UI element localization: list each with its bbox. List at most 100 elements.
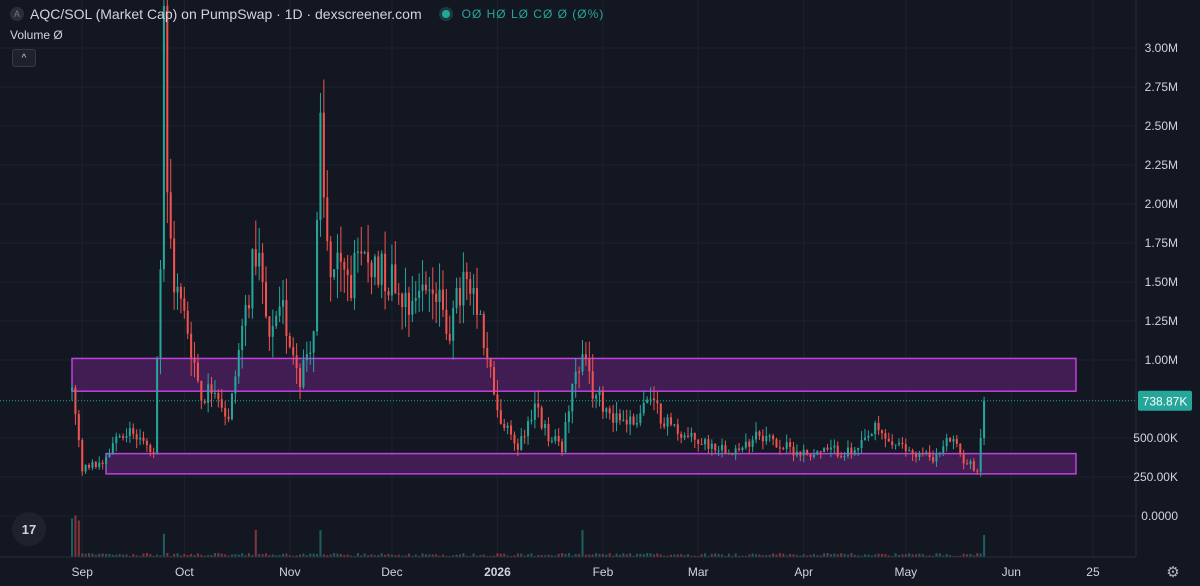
candle-body: [836, 445, 839, 457]
y-tick-label: 2.00M: [1145, 197, 1178, 211]
candle-body: [683, 435, 686, 438]
candle-body: [925, 452, 928, 454]
candle-body: [649, 398, 652, 400]
candle-body: [942, 446, 945, 453]
x-tick-label: Jun: [1002, 565, 1021, 579]
candlestick-chart[interactable]: 3.50M3.00M2.75M2.50M2.25M2.00M1.75M1.50M…: [0, 0, 1200, 586]
time-axis-background: [0, 557, 1136, 586]
candle-body: [983, 400, 986, 439]
volume-bar: [561, 553, 564, 557]
candle-body: [962, 454, 965, 464]
candle-body: [258, 252, 261, 267]
candle-body: [149, 445, 152, 453]
volume-bar: [101, 553, 104, 557]
volume-bar: [176, 553, 179, 557]
candle-body: [353, 252, 356, 299]
candle-body: [390, 264, 393, 296]
candle-body: [139, 437, 142, 440]
candle-body: [904, 444, 907, 451]
candle-body: [530, 419, 533, 422]
candle-body: [758, 431, 761, 436]
candle-body: [887, 438, 890, 442]
candle-body: [676, 424, 679, 434]
candle-body: [727, 452, 730, 454]
candle-body: [489, 357, 492, 367]
candle-body: [608, 408, 611, 414]
candle-body: [241, 325, 244, 350]
candle-body: [700, 443, 703, 445]
candle-body: [193, 357, 196, 363]
candle-body: [458, 287, 462, 306]
volume-bar: [70, 518, 74, 557]
candle-body: [506, 425, 509, 428]
candle-body: [407, 292, 410, 315]
candle-body: [714, 443, 717, 451]
y-tick-label: 500.00K: [1133, 431, 1178, 445]
candle-body: [680, 433, 683, 438]
candle-body: [173, 238, 176, 293]
candle-body: [761, 435, 764, 442]
collapse-legend-button[interactable]: ^: [12, 49, 36, 67]
volume-bar: [622, 553, 625, 557]
volume-bar: [649, 553, 652, 557]
candle-body: [823, 447, 826, 452]
candles: [70, 0, 986, 477]
candle-body: [251, 249, 254, 309]
volume-bar: [333, 553, 336, 557]
candle-body: [319, 112, 322, 221]
candle-body: [142, 437, 145, 441]
y-tick-label: 1.50M: [1145, 275, 1178, 289]
x-tick-label: Sep: [72, 565, 94, 579]
candle-body: [605, 408, 608, 412]
candle-body: [707, 439, 710, 449]
candle-body: [557, 436, 560, 442]
candle-body: [853, 450, 856, 455]
candle-body: [778, 447, 781, 449]
gear-icon[interactable]: ⚙: [1163, 562, 1183, 582]
candle-body: [721, 445, 724, 451]
candle-body: [428, 289, 431, 291]
candle-body: [857, 448, 860, 451]
candle-body: [897, 442, 901, 445]
volume-bar: [166, 553, 169, 557]
tradingview-logo[interactable]: 17: [12, 512, 46, 546]
candle-body: [863, 437, 866, 440]
candle-body: [373, 256, 376, 278]
candle-body: [418, 290, 421, 299]
candle-body: [527, 421, 530, 437]
x-tick-label: Dec: [381, 565, 402, 579]
candle-body: [690, 432, 693, 437]
candle-body: [448, 333, 451, 341]
candle-body: [629, 416, 632, 425]
candle-body: [316, 220, 319, 332]
candle-body: [734, 448, 737, 455]
volume-bar: [312, 553, 315, 557]
candle-body: [346, 269, 349, 275]
candle-body: [305, 354, 308, 361]
candle-body: [387, 291, 390, 296]
volume-bar: [91, 553, 94, 557]
candle-body: [816, 451, 819, 455]
volume-bar: [530, 553, 533, 557]
candle-body: [479, 313, 482, 315]
candle-body: [799, 451, 802, 456]
candle-body: [503, 423, 506, 428]
candle-body: [312, 331, 315, 353]
candle-body: [159, 269, 162, 358]
x-tick-label: May: [894, 565, 917, 579]
volume-bar: [833, 553, 836, 557]
candle-body: [482, 313, 485, 348]
candle-body: [659, 403, 662, 424]
chart-area[interactable]: 3.50M3.00M2.75M2.50M2.25M2.00M1.75M1.50M…: [0, 0, 1200, 586]
candle-body: [132, 428, 135, 435]
candle-body: [469, 279, 472, 294]
candle-body: [918, 453, 921, 457]
candle-body: [826, 447, 829, 450]
candle-body: [775, 439, 778, 448]
candle-body: [70, 387, 74, 392]
volume-bar: [615, 553, 618, 557]
candle-body: [669, 417, 673, 425]
candle-body: [867, 435, 870, 438]
volume-bar: [581, 529, 584, 557]
candle-body: [782, 448, 785, 450]
